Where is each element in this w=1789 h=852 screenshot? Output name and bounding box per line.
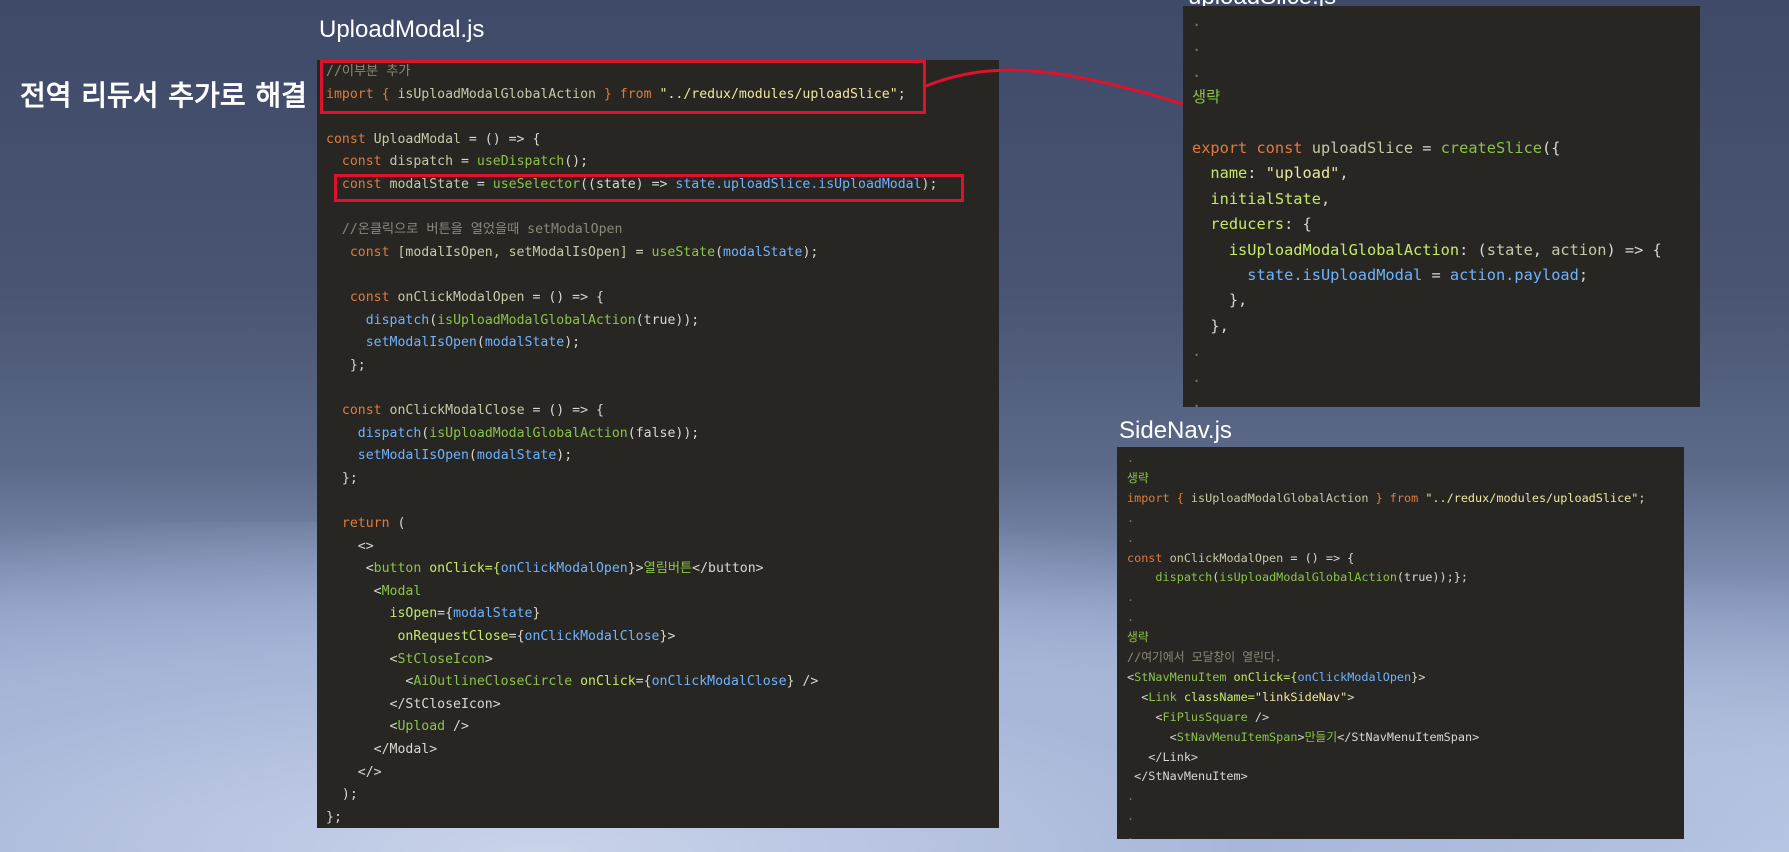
connector-line bbox=[925, 68, 1184, 106]
